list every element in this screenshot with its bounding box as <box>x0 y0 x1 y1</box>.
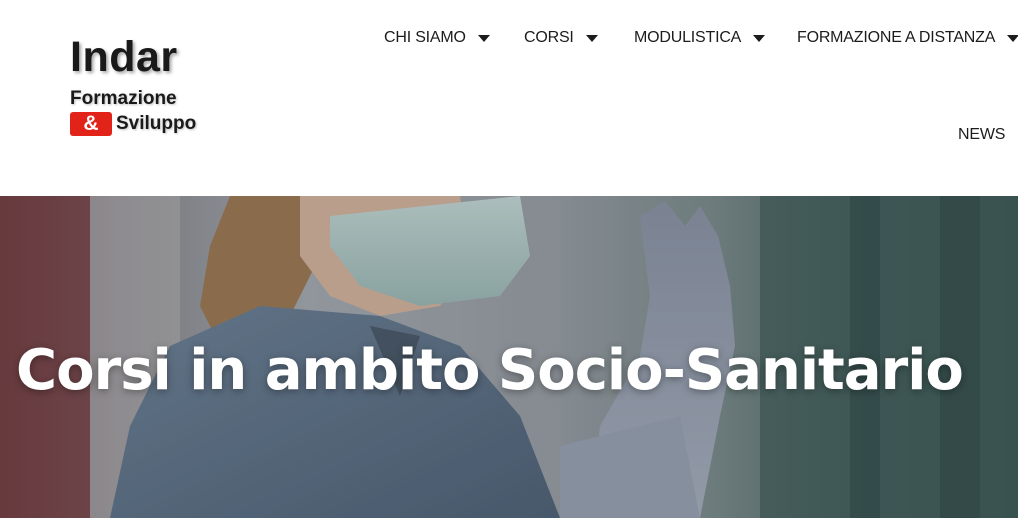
caret-down-icon <box>753 34 766 42</box>
nav-item-formazione-a-distanza[interactable]: FORMAZIONE A DISTANZA <box>797 29 1018 47</box>
site-header: Indar Formazione & Sviluppo CHI SIAMO CO… <box>0 0 1018 196</box>
nav-item-chi-siamo[interactable]: CHI SIAMO <box>384 29 490 47</box>
caret-down-icon <box>477 34 490 42</box>
nav-item-modulistica[interactable]: MODULISTICA <box>634 29 766 47</box>
caret-down-icon <box>585 34 598 42</box>
nav-item-label: FORMAZIONE A DISTANZA <box>797 29 996 46</box>
hero-banner: Corsi in ambito Socio-Sanitario <box>0 196 1018 518</box>
nav-item-label: NEWS <box>958 126 1006 143</box>
nav-item-news[interactable]: NEWS <box>958 126 1005 144</box>
hero-title: Corsi in ambito Socio-Sanitario <box>16 338 964 403</box>
logo-ampersand-badge: & <box>70 112 112 136</box>
nav-item-corsi[interactable]: CORSI <box>524 29 598 47</box>
site-logo[interactable]: Indar Formazione & Sviluppo <box>68 30 218 142</box>
nav-item-label: CHI SIAMO <box>384 29 466 46</box>
nav-item-label: MODULISTICA <box>634 29 742 46</box>
logo-line-formazione: Formazione <box>70 88 177 109</box>
logo-brand-name: Indar <box>70 33 178 81</box>
caret-down-icon <box>1007 34 1018 42</box>
logo-line-sviluppo: Sviluppo <box>116 113 197 134</box>
nav-item-label: CORSI <box>524 29 574 46</box>
